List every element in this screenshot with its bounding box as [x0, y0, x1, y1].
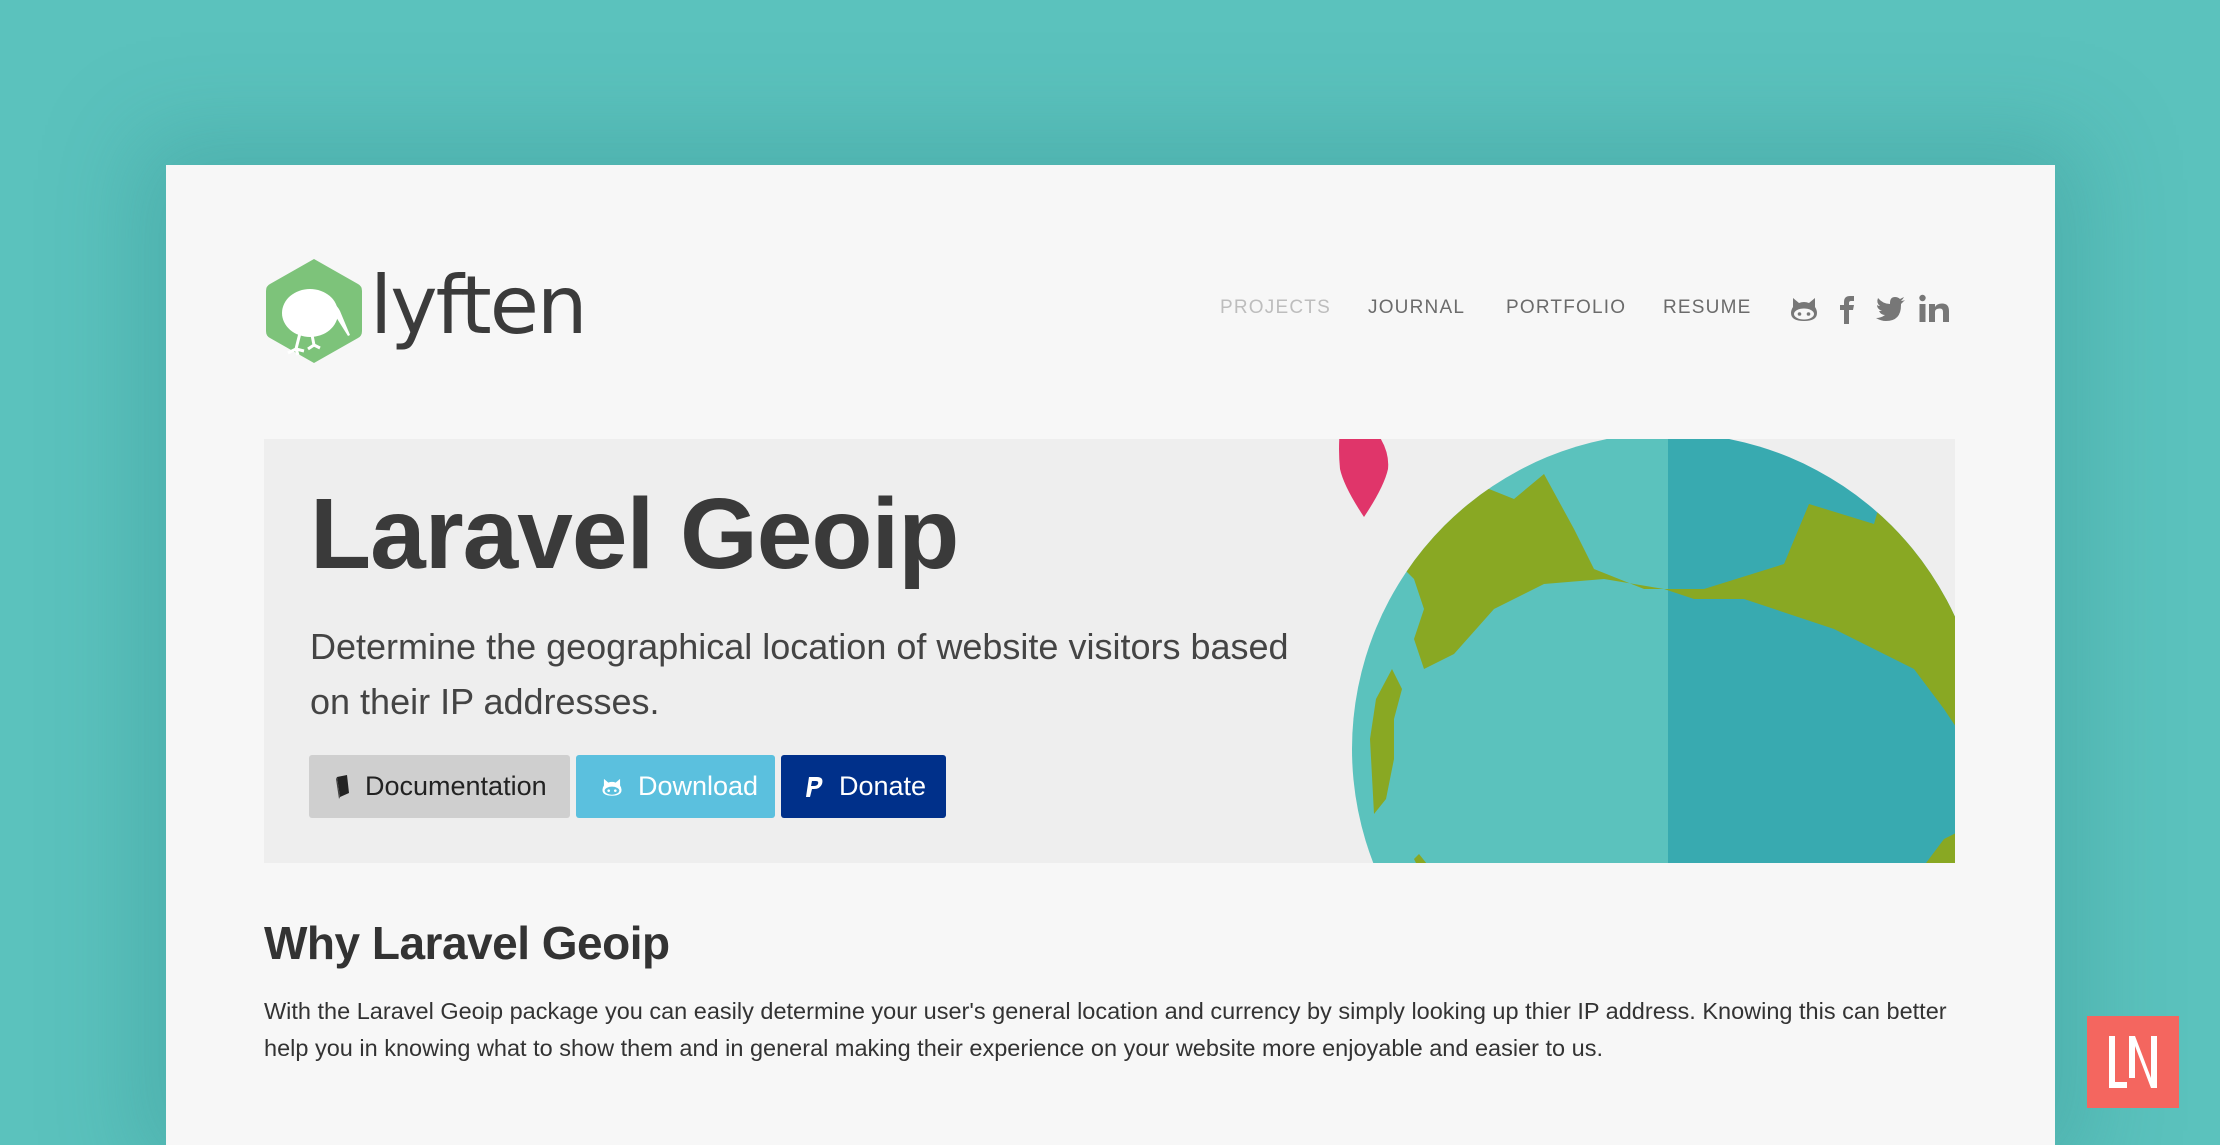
map-pin-icon: [1339, 439, 1389, 517]
book-icon: [335, 774, 351, 799]
nav-item-projects[interactable]: PROJECTS: [1220, 297, 1331, 319]
github-icon: [600, 776, 624, 798]
laravel-news-badge: [2087, 1016, 2179, 1108]
hero-banner: Laravel Geoip Determine the geographical…: [264, 439, 1955, 863]
download-button-label: Download: [638, 771, 759, 801]
section-heading: Why Laravel Geoip: [264, 917, 670, 969]
github-link[interactable]: [1789, 294, 1819, 324]
facebook-icon: [1840, 296, 1854, 324]
download-button[interactable]: Download: [576, 755, 775, 818]
section-body: With the Laravel Geoip package you can e…: [264, 998, 1947, 1061]
documentation-button[interactable]: Documentation: [309, 755, 570, 818]
ln-logo-icon: [2109, 1036, 2157, 1088]
brand-name: lyften: [370, 258, 588, 352]
brand-logo[interactable]: lyften: [264, 256, 588, 366]
paypal-icon: [805, 775, 825, 799]
documentation-button-label: Documentation: [365, 771, 547, 801]
page-subtitle: Determine the geographical location of w…: [310, 626, 1289, 722]
twitter-icon: [1876, 297, 1905, 321]
donate-button-label: Donate: [839, 771, 927, 801]
facebook-link[interactable]: [1837, 294, 1857, 324]
linkedin-link[interactable]: [1918, 294, 1950, 324]
linkedin-icon: [1919, 294, 1949, 322]
github-icon: [1791, 298, 1817, 321]
donate-button[interactable]: Donate: [781, 755, 946, 818]
nav-item-resume[interactable]: RESUME: [1663, 297, 1752, 319]
kiwi-hexagon-icon: [266, 259, 362, 363]
nav-item-journal[interactable]: JOURNAL: [1368, 297, 1465, 319]
twitter-link[interactable]: [1875, 294, 1907, 324]
nav-item-portfolio[interactable]: PORTFOLIO: [1506, 297, 1626, 319]
page-title: Laravel Geoip: [310, 478, 959, 590]
